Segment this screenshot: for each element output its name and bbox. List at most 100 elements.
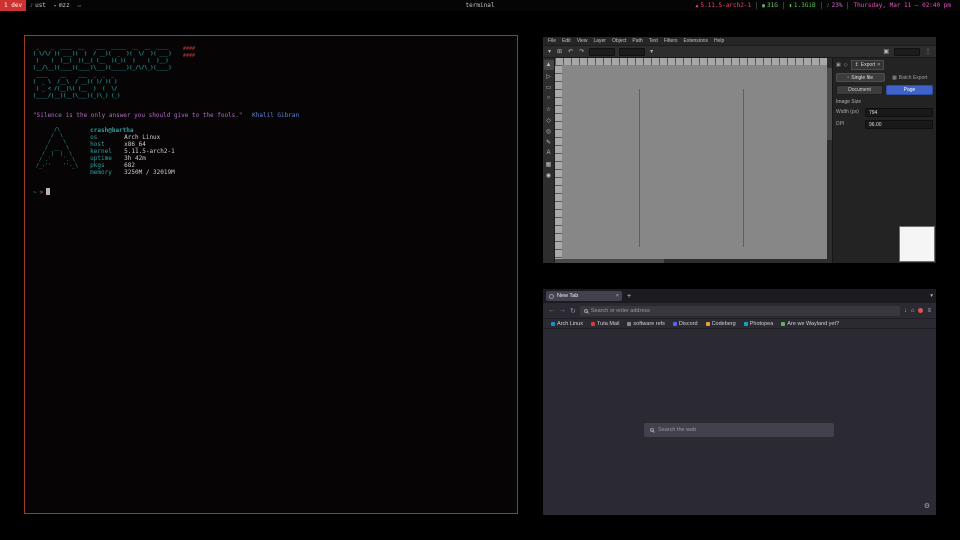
- vertical-ruler[interactable]: [555, 65, 562, 259]
- quote-line: "Silence is the only answer you should g…: [33, 112, 509, 119]
- dropper-tool[interactable]: ◉: [544, 170, 554, 180]
- workspace-tag-2[interactable]: ♪ ust: [26, 0, 50, 11]
- dock-tab-strip: ▣ ◇ ↥ Export ×: [836, 60, 933, 70]
- inkscape-window[interactable]: File Edit View Layer Object Path Text Fi…: [543, 37, 936, 263]
- url-bar[interactable]: Search or enter address: [580, 306, 900, 316]
- bookmark-are-we-wayland-yet[interactable]: Are we Wayland yet?: [781, 321, 839, 327]
- scrollbar-thumb[interactable]: [555, 259, 664, 263]
- selector-tool[interactable]: ▲: [544, 60, 554, 70]
- y-coordinate-input[interactable]: [619, 48, 645, 56]
- forward-button[interactable]: →: [559, 307, 566, 314]
- x-coordinate-input[interactable]: [589, 48, 615, 56]
- disk-icon: ▣: [762, 3, 765, 9]
- horizontal-scrollbar[interactable]: [555, 259, 827, 263]
- shell-prompt[interactable]: ~>: [33, 188, 509, 196]
- menu-edit[interactable]: Edit: [562, 38, 571, 44]
- workspace-tag-4[interactable]: ▭: [74, 0, 87, 11]
- bookmark-tuta-mail[interactable]: Tuta Mail: [591, 321, 619, 327]
- width-input[interactable]: 794: [865, 108, 933, 117]
- bookmark-label: Are we Wayland yet?: [787, 321, 839, 327]
- fetch-row-uptime: uptime3h 42m: [90, 155, 175, 162]
- close-icon[interactable]: ×: [877, 62, 880, 68]
- menu-layer[interactable]: Layer: [593, 38, 606, 44]
- user-host-text: crash@bartha: [90, 127, 133, 134]
- list-tabs-icon[interactable]: ▾: [930, 293, 933, 299]
- bookmark-discord[interactable]: Discord: [673, 321, 698, 327]
- menu-filters[interactable]: Filters: [664, 38, 678, 44]
- menu-help[interactable]: Help: [714, 38, 724, 44]
- menu-file[interactable]: File: [548, 38, 556, 44]
- tool-options-dropdown-icon[interactable]: ▾: [547, 49, 552, 55]
- prompt-path: ~: [33, 189, 37, 196]
- bookmarks-bar: Arch Linux Tuta Mail software refs Disco…: [543, 319, 936, 329]
- layers-icon[interactable]: ▣: [882, 49, 890, 55]
- downloads-icon[interactable]: ↓: [904, 308, 907, 314]
- pencil-tool[interactable]: ✎: [544, 137, 554, 147]
- new-tab-page: Search the web ⚙: [543, 329, 936, 515]
- fetch-row-kernel: kernel5.11.5-arch2-1: [90, 148, 175, 155]
- tab-close-icon[interactable]: ×: [616, 293, 619, 299]
- ellipse-tool[interactable]: ○: [544, 93, 554, 103]
- undo-icon[interactable]: ↶: [567, 49, 574, 55]
- text-tool[interactable]: A: [544, 148, 554, 158]
- overflow-menu-icon[interactable]: ⋮: [924, 49, 932, 55]
- dpi-input[interactable]: 96.00: [865, 120, 933, 129]
- star-tool[interactable]: ☆: [544, 104, 554, 114]
- favicon: [627, 322, 631, 326]
- gradient-tool[interactable]: ▦: [544, 159, 554, 169]
- status-module-memory: ▮ 1.3GiB: [783, 2, 821, 9]
- back-button[interactable]: ←: [548, 307, 555, 314]
- active-tab[interactable]: New Tab ×: [546, 291, 622, 301]
- rectangle-tool[interactable]: ▭: [544, 82, 554, 92]
- single-file-tab[interactable]: ▫ Single file: [836, 73, 885, 82]
- menu-icon[interactable]: ≡: [927, 308, 931, 314]
- menu-text[interactable]: Text: [649, 38, 658, 44]
- bookmark-arch-linux[interactable]: Arch Linux: [551, 321, 583, 327]
- grid-icon[interactable]: ⊞: [556, 49, 563, 55]
- dock-diamond-icon[interactable]: ◇: [844, 62, 848, 68]
- page-settings-gear-icon[interactable]: ⚙: [924, 502, 930, 510]
- export-tab[interactable]: ↥ Export ×: [851, 60, 885, 70]
- page-button[interactable]: Page: [886, 85, 933, 95]
- document-button[interactable]: Document: [836, 85, 883, 95]
- search-icon: [584, 309, 588, 313]
- web-search-input[interactable]: Search the web: [644, 423, 834, 437]
- box-tool[interactable]: ◇: [544, 115, 554, 125]
- home-icon[interactable]: ⌂: [911, 308, 915, 314]
- dpi-field-row: DPI 96.00: [836, 120, 933, 129]
- browser-window[interactable]: New Tab × + ▾ ← → ↻ Search or enter addr…: [543, 289, 936, 515]
- bookmark-photopea[interactable]: Photopea: [744, 321, 774, 327]
- bookmark-label: software refs: [633, 321, 664, 327]
- quote-author: Khalil Gibran: [252, 112, 299, 119]
- bookmark-software-refs[interactable]: software refs: [627, 321, 664, 327]
- inkscape-menubar: File Edit View Layer Object Path Text Fi…: [543, 37, 936, 46]
- workspace-tag-1[interactable]: 1 dev: [0, 0, 26, 11]
- dock-panel-icon[interactable]: ▣: [836, 62, 841, 68]
- reload-button[interactable]: ↻: [570, 307, 576, 315]
- menu-extensions[interactable]: Extensions: [684, 38, 708, 44]
- favicon: [673, 322, 677, 326]
- globe-icon: [549, 294, 554, 299]
- new-tab-button[interactable]: +: [625, 293, 633, 300]
- window-icon: ▭: [78, 3, 81, 9]
- opacity-input[interactable]: [894, 48, 920, 56]
- drawing-canvas[interactable]: [562, 65, 827, 259]
- terminal-window[interactable]: _ _ ____ __ ___ _____ __ __ ____ ( \/\/ …: [24, 35, 518, 514]
- fetch-key: uptime: [90, 155, 124, 162]
- canvas-row: [555, 65, 827, 259]
- batch-export-tab[interactable]: ▦ Batch Export: [887, 73, 934, 82]
- music-icon: ♪: [30, 3, 33, 9]
- spiral-tool[interactable]: ◎: [544, 126, 554, 136]
- workspace-tag-3[interactable]: ▸ mzz: [50, 0, 74, 11]
- menu-path[interactable]: Path: [632, 38, 642, 44]
- units-dropdown-icon[interactable]: ▾: [649, 49, 654, 55]
- bookmark-label: Discord: [679, 321, 698, 327]
- fetch-key: kernel: [90, 148, 124, 155]
- horizontal-ruler[interactable]: [555, 58, 827, 65]
- extension-alert-icon[interactable]: [918, 308, 923, 313]
- node-tool[interactable]: ▷: [544, 71, 554, 81]
- menu-object[interactable]: Object: [612, 38, 626, 44]
- redo-icon[interactable]: ↷: [578, 49, 585, 55]
- menu-view[interactable]: View: [577, 38, 588, 44]
- bookmark-codeberg[interactable]: Codeberg: [706, 321, 736, 327]
